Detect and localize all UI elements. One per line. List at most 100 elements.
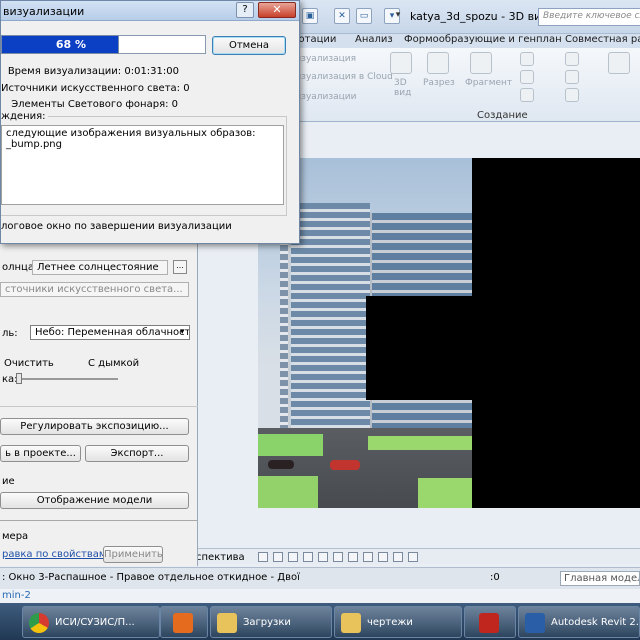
- display-label: ие: [2, 476, 15, 487]
- search-input[interactable]: Введите ключевое слово: [538, 8, 640, 26]
- folder-icon: [341, 613, 361, 633]
- progress-percent: 68 %: [55, 38, 87, 51]
- 3d-view-label: 3D вид: [394, 78, 412, 98]
- open-icon[interactable]: ▣: [302, 8, 318, 24]
- tab-analysis[interactable]: Анализ: [355, 34, 393, 45]
- render-settings-panel: олнца: Летнее солнцестояние ... сточники…: [0, 240, 198, 566]
- ribbon-panel-label: Создание: [477, 110, 528, 121]
- folder-icon: [217, 613, 237, 633]
- elevation-icon[interactable]: [520, 52, 534, 66]
- haze-label: С дымкой: [88, 358, 140, 369]
- taskbar-label: Загрузки: [243, 617, 291, 628]
- apply-button[interactable]: Применить: [103, 546, 163, 563]
- sun-path-icon[interactable]: [303, 552, 313, 562]
- save-to-project-button[interactable]: ь в проекте...: [0, 445, 81, 462]
- car: [330, 460, 360, 470]
- artificial-lights-button[interactable]: сточники искусственного света...: [0, 282, 189, 297]
- car: [268, 460, 294, 469]
- export-button[interactable]: Экспорт...: [85, 445, 189, 462]
- show-crop-icon[interactable]: [363, 552, 373, 562]
- 3d-view-canvas[interactable]: [258, 158, 640, 508]
- ribbon-panel: визуализация визуализация в Cloud визуал…: [290, 48, 640, 122]
- visual-style-icon[interactable]: [288, 552, 298, 562]
- lawn: [418, 478, 472, 508]
- adjust-exposure-button[interactable]: Регулировать экспозицию...: [0, 418, 189, 435]
- message-line: следующие изображения визуальных образов…: [6, 128, 256, 139]
- lock-view-icon[interactable]: [378, 552, 388, 562]
- crop-icon[interactable]: [348, 552, 358, 562]
- window-tab[interactable]: min-2: [2, 590, 31, 601]
- clear-label: Очистить: [4, 358, 54, 369]
- revit-icon: [525, 613, 545, 633]
- unrendered-area: [366, 296, 472, 400]
- taskbar-item-drawings[interactable]: чертежи: [334, 606, 462, 638]
- sky-select[interactable]: Небо: Переменная облачность: [30, 325, 190, 340]
- message-line: _bump.png: [6, 139, 62, 150]
- help-icon[interactable]: ?: [236, 2, 254, 18]
- drafting-view-icon[interactable]: [520, 88, 534, 102]
- haze-slider-thumb[interactable]: [16, 373, 22, 384]
- scale-icon[interactable]: [258, 552, 268, 562]
- lawn: [258, 434, 323, 456]
- chevron-down-icon[interactable]: ▾: [180, 327, 185, 337]
- view-control-bar: Перспектива: [172, 548, 640, 564]
- taskbar-label: ИСИ/СУЗИС/П...: [55, 617, 135, 628]
- section-label: Разрез: [423, 78, 455, 88]
- lawn: [368, 436, 472, 450]
- taskbar-item-autocad[interactable]: [464, 606, 516, 638]
- taskbar-item-revit[interactable]: Autodesk Revit 2...: [518, 606, 640, 638]
- status-bar: : Окно 3-Распашное - Правое отдельное от…: [0, 567, 640, 589]
- close-on-finish-checkbox[interactable]: логовое окно по завершении визуализации: [1, 221, 232, 232]
- autocad-icon: [479, 613, 499, 633]
- chrome-icon: [29, 613, 49, 633]
- 3d-view-icon[interactable]: [390, 52, 412, 74]
- sky-lights-count: Элементы Светового фонаря: 0: [11, 99, 178, 110]
- tab-strip: min-2: [0, 589, 640, 603]
- section-icon[interactable]: [427, 52, 449, 74]
- render-dialog-icon[interactable]: [333, 552, 343, 562]
- divider: [0, 520, 198, 521]
- sun-settings-button[interactable]: ...: [173, 260, 187, 274]
- media-player-icon: [173, 613, 193, 633]
- temporary-hide-icon[interactable]: [393, 552, 403, 562]
- render-time-text: Время визуализации: 0:01:31:00: [7, 66, 179, 77]
- callout-icon[interactable]: [470, 52, 492, 74]
- callout-label: Фрагмент: [465, 78, 513, 88]
- detail-level-icon[interactable]: [273, 552, 283, 562]
- taskbar-item-chrome[interactable]: ИСИ/СУЗИС/П...: [22, 606, 160, 638]
- sky-label: ль:: [2, 328, 18, 339]
- shadows-icon[interactable]: [318, 552, 328, 562]
- cancel-button[interactable]: Отмена: [212, 36, 286, 55]
- haze-slider-track: [16, 378, 118, 380]
- status-text: : Окно 3-Распашное - Правое отдельное от…: [2, 572, 300, 583]
- window-icon[interactable]: ▭: [356, 8, 372, 24]
- active-model-selector[interactable]: Главная модель: [560, 571, 640, 586]
- close-icon[interactable]: ✕: [258, 2, 296, 18]
- properties-help-link[interactable]: равка по свойствам: [2, 549, 106, 560]
- schedules-icon[interactable]: [565, 70, 579, 84]
- building-main: [288, 203, 370, 443]
- customize-arrow-icon[interactable]: ▾: [394, 8, 402, 24]
- artificial-lights-count: Источники искусственного света: 0: [1, 83, 190, 94]
- taskbar: ИСИ/СУЗИС/П... Загрузки чертежи Autodesk…: [0, 603, 640, 640]
- tab-massing-site[interactable]: Формообразующие и генплан: [404, 34, 562, 45]
- tab-collaborate[interactable]: Совместная рабо: [565, 34, 640, 45]
- dialog-title: визуализации: [3, 5, 85, 18]
- reveal-hidden-icon[interactable]: [408, 552, 418, 562]
- taskbar-item-media[interactable]: [160, 606, 208, 638]
- show-model-button[interactable]: Отображение модели: [0, 492, 189, 509]
- plan-views-icon[interactable]: [520, 70, 534, 84]
- legends-icon[interactable]: [565, 52, 579, 66]
- render-progress-dialog: визуализации ? ✕ 68 % Отмена Время визуа…: [0, 0, 300, 244]
- sun-setting-field[interactable]: Летнее солнцестояние: [32, 260, 168, 275]
- taskbar-label: Autodesk Revit 2...: [551, 617, 640, 628]
- sheet-icon[interactable]: [608, 52, 630, 74]
- taskbar-label: чертежи: [367, 617, 413, 628]
- taskbar-item-downloads[interactable]: Загрузки: [210, 606, 332, 638]
- camera-section-label: мера: [2, 531, 29, 542]
- messages-label: ждения:: [1, 111, 48, 122]
- scope-box-icon[interactable]: [565, 88, 579, 102]
- messages-box[interactable]: следующие изображения визуальных образов…: [1, 125, 284, 205]
- render-cloud-button[interactable]: визуализация в Cloud: [290, 72, 393, 82]
- close-hidden-icon[interactable]: ✕: [334, 8, 350, 24]
